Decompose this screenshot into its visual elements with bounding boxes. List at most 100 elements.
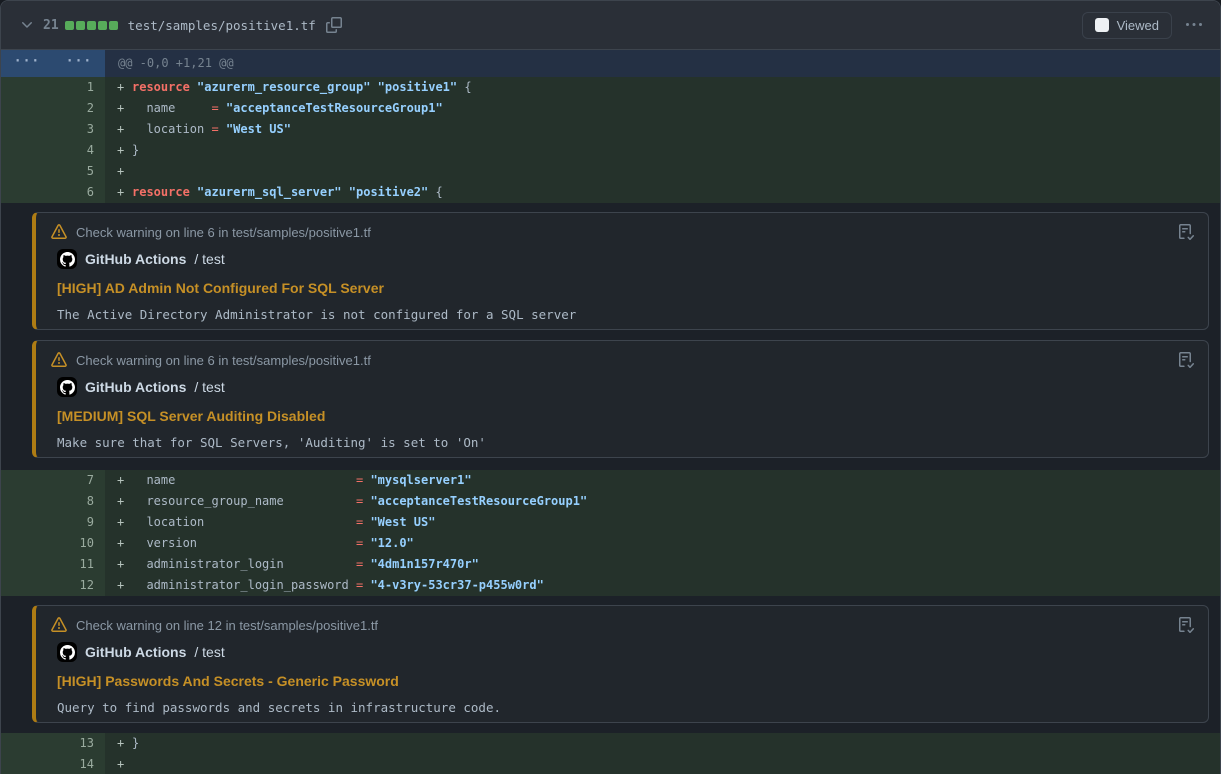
addition-marker: + [105,98,132,119]
viewed-label: Viewed [1117,18,1159,33]
checklist-button[interactable] [1176,350,1196,370]
check-annotation-2: Check warning on line 6 in test/samples/… [32,340,1209,458]
checklist-button[interactable] [1176,615,1196,635]
line-number[interactable]: 12 [1,575,105,596]
line-number[interactable]: 4 [1,140,105,161]
viewed-checkbox[interactable] [1095,18,1109,32]
code-text: resource "azurerm_resource_group" "posit… [132,77,472,98]
line-number[interactable]: 5 [1,161,105,182]
file-header: 21 test/samples/positive1.tf Viewed [1,1,1220,50]
github-mark-icon [57,377,77,397]
collapse-file-button[interactable] [15,13,39,37]
checklist-icon [1178,617,1194,633]
code-line: 5+ [1,161,1220,182]
code-text: location = "West US" [132,119,291,140]
annotation-context: Check warning on line 6 in test/samples/… [76,225,371,240]
github-mark-icon [57,249,77,269]
code-line: 13+} [1,733,1220,754]
check-app-name[interactable]: GitHub Actions [85,379,186,395]
code-content: + name = "acceptanceTestResourceGroup1" [105,98,1220,119]
check-job-name[interactable]: / test [194,251,224,267]
check-app-name[interactable]: GitHub Actions [85,644,186,660]
code-section-bottom: 13+}14+ [1,733,1220,774]
checklist-button[interactable] [1176,222,1196,242]
line-number[interactable]: 9 [1,512,105,533]
line-number[interactable]: 8 [1,491,105,512]
line-number[interactable]: 2 [1,98,105,119]
check-app-name[interactable]: GitHub Actions [85,251,186,267]
code-text: resource_group_name = "acceptanceTestRes… [132,491,587,512]
code-line: 9+ location = "West US" [1,512,1220,533]
viewed-toggle[interactable]: Viewed [1082,12,1172,39]
code-line: 8+ resource_group_name = "acceptanceTest… [1,491,1220,512]
line-number[interactable]: 6 [1,182,105,203]
chevron-down-icon [19,17,35,33]
code-line: 14+ [1,754,1220,774]
code-line: 12+ administrator_login_password = "4-v3… [1,575,1220,596]
github-mark-icon [57,642,77,662]
code-line: 10+ version = "12.0" [1,533,1220,554]
code-text: name = "mysqlserver1" [132,470,472,491]
code-text: name = "acceptanceTestResourceGroup1" [132,98,443,119]
hunk-range-label: @@ -0,0 +1,21 @@ [105,50,234,77]
line-number[interactable]: 13 [1,733,105,754]
annotation-context-row: Check warning on line 6 in test/samples/… [51,224,1192,240]
warning-icon [51,617,67,633]
code-line: 3+ location = "West US" [1,119,1220,140]
file-path-link[interactable]: test/samples/positive1.tf [128,18,316,33]
code-line: 7+ name = "mysqlserver1" [1,470,1220,491]
addition-marker: + [105,140,132,161]
code-content: + version = "12.0" [105,533,1220,554]
annotation-context: Check warning on line 6 in test/samples/… [76,353,371,368]
code-content: + [105,161,1220,182]
line-number[interactable]: 14 [1,754,105,774]
diffstat-blocks[interactable] [65,21,118,30]
kebab-horizontal-icon [1186,17,1202,33]
check-job-name[interactable]: / test [194,379,224,395]
hunk-gutter: ··· ··· [1,50,105,77]
line-number[interactable]: 1 [1,77,105,98]
code-text: resource "azurerm_sql_server" "positive2… [132,182,443,203]
checklist-icon [1178,224,1194,240]
expand-diff-down-button[interactable]: ··· [53,50,105,77]
code-content: +} [105,140,1220,161]
expand-diff-up-button[interactable]: ··· [1,50,53,77]
code-content: + name = "mysqlserver1" [105,470,1220,491]
code-content: +} [105,733,1220,754]
code-content: + location = "West US" [105,119,1220,140]
file-options-button[interactable] [1182,13,1206,37]
annotation-message: The Active Directory Administrator is no… [57,307,1192,322]
annotation-context-row: Check warning on line 12 in test/samples… [51,617,1192,633]
diffstat-added-square [65,21,74,30]
code-text: } [132,140,139,161]
code-text: administrator_login_password = "4-v3ry-5… [132,575,544,596]
code-text: version = "12.0" [132,533,414,554]
line-number[interactable]: 10 [1,533,105,554]
check-job-name[interactable]: / test [194,644,224,660]
check-annotation-3: Check warning on line 12 in test/samples… [32,605,1209,723]
copy-path-button[interactable] [322,13,346,37]
annotation-context: Check warning on line 12 in test/samples… [76,618,378,633]
annotation-message: Query to find passwords and secrets in i… [57,700,1192,715]
code-content: + administrator_login = "4dm1n157r470r" [105,554,1220,575]
addition-marker: + [105,575,132,596]
code-section-middle: 7+ name = "mysqlserver1"8+ resource_grou… [1,470,1220,596]
addition-marker: + [105,161,132,182]
line-number[interactable]: 7 [1,470,105,491]
code-section-top: 1+resource "azurerm_resource_group" "pos… [1,77,1220,203]
line-number[interactable]: 11 [1,554,105,575]
hunk-header-row: ··· ··· @@ -0,0 +1,21 @@ [1,50,1220,77]
annotation-message: Make sure that for SQL Servers, 'Auditin… [57,435,1192,450]
code-line: 11+ administrator_login = "4dm1n157r470r… [1,554,1220,575]
line-number[interactable]: 3 [1,119,105,140]
code-content: + location = "West US" [105,512,1220,533]
code-line: 2+ name = "acceptanceTestResourceGroup1" [1,98,1220,119]
code-text: location = "West US" [132,512,435,533]
annotations-line6: Check warning on line 6 in test/samples/… [1,203,1220,470]
addition-marker: + [105,733,132,754]
code-content: + resource_group_name = "acceptanceTestR… [105,491,1220,512]
check-app-row: GitHub Actions / test [57,249,1192,269]
addition-marker: + [105,77,132,98]
changed-lines-count: 21 [43,18,59,33]
copy-icon [326,17,342,33]
